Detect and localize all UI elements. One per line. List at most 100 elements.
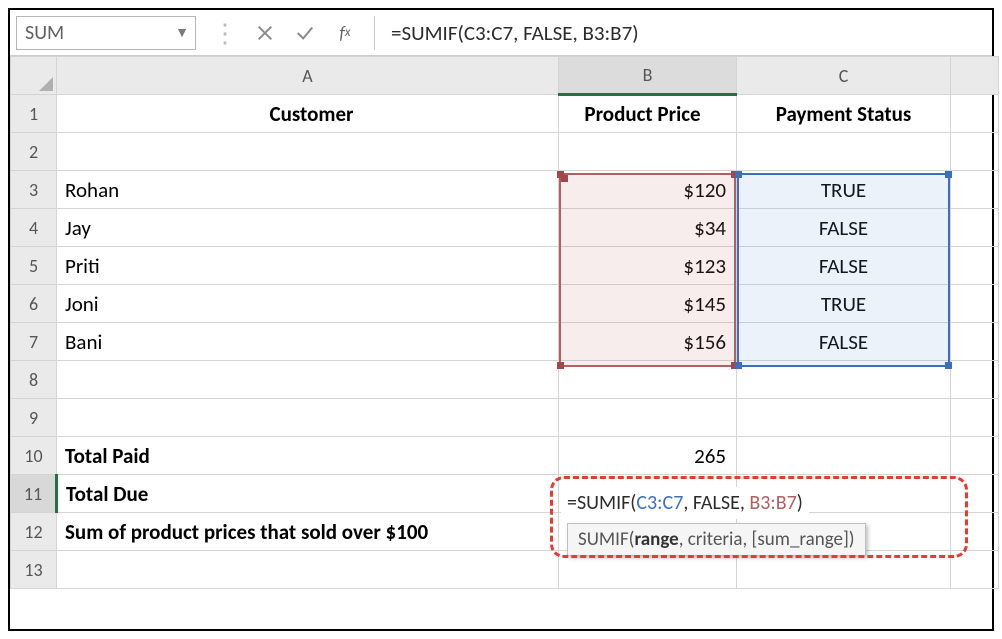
- header-status[interactable]: Payment Status: [737, 95, 951, 133]
- cell-price[interactable]: $156: [559, 323, 737, 361]
- table-row: 4 Jay $34 FALSE: [11, 209, 999, 247]
- formula-token: , FALSE,: [683, 491, 749, 515]
- formula-token: =SUMIF(: [567, 491, 636, 515]
- cell[interactable]: [737, 551, 951, 589]
- cell-total-due-label[interactable]: Total Due: [57, 475, 559, 513]
- cell[interactable]: [951, 513, 999, 551]
- cell-price[interactable]: $145: [559, 285, 737, 323]
- table-row: 1 Customer Product Price Payment Status: [11, 95, 999, 133]
- col-header-a[interactable]: A: [57, 57, 559, 95]
- formula-range-b: B3:B7: [749, 491, 796, 515]
- cell-status[interactable]: TRUE: [737, 171, 951, 209]
- table-row: 8: [11, 361, 999, 399]
- header-price[interactable]: Product Price: [559, 95, 737, 133]
- cell[interactable]: [951, 551, 999, 589]
- cell[interactable]: [951, 399, 999, 437]
- formula-token: ): [797, 491, 803, 515]
- header-customer[interactable]: Customer: [57, 95, 559, 133]
- cell[interactable]: [57, 551, 559, 589]
- table-row: 11 Total Due: [11, 475, 999, 513]
- cell[interactable]: [559, 399, 737, 437]
- fx-icon[interactable]: fx: [332, 20, 358, 46]
- cell[interactable]: [951, 285, 999, 323]
- row-header[interactable]: 9: [11, 399, 57, 437]
- cell[interactable]: [559, 551, 737, 589]
- cell-customer[interactable]: Bani: [57, 323, 559, 361]
- row-header[interactable]: 10: [11, 437, 57, 475]
- cell-status[interactable]: FALSE: [737, 323, 951, 361]
- more-icon: ⋮: [212, 20, 238, 46]
- row-header[interactable]: 4: [11, 209, 57, 247]
- enter-icon[interactable]: [292, 20, 318, 46]
- row-header[interactable]: 13: [11, 551, 57, 589]
- row-header[interactable]: 3: [11, 171, 57, 209]
- table-row: 9: [11, 399, 999, 437]
- row-header[interactable]: 5: [11, 247, 57, 285]
- cell-formula-overlay[interactable]: =SUMIF(C3:C7, FALSE, B3:B7): [561, 487, 809, 519]
- cell[interactable]: [57, 133, 559, 171]
- cell[interactable]: [559, 361, 737, 399]
- name-box[interactable]: SUM ▼: [16, 16, 196, 50]
- cell-customer[interactable]: Priti: [57, 247, 559, 285]
- formula-bar-row: SUM ▼ ⋮ fx =SUMIF(C3:C7, FALSE, B3:B7): [10, 10, 992, 56]
- excel-window: SUM ▼ ⋮ fx =SUMIF(C3:C7, FALSE, B3:B7) A: [8, 8, 994, 631]
- cell-price[interactable]: $34: [559, 209, 737, 247]
- table-row: 2: [11, 133, 999, 171]
- formula-controls: ⋮ fx: [206, 16, 364, 50]
- cell[interactable]: [737, 361, 951, 399]
- cell[interactable]: [737, 133, 951, 171]
- formula-range-c: C3:C7: [636, 491, 683, 515]
- name-box-value: SUM: [25, 21, 64, 45]
- cell[interactable]: [951, 475, 999, 513]
- table-row: 7 Bani $156 FALSE: [11, 323, 999, 361]
- cell-customer[interactable]: Jay: [57, 209, 559, 247]
- row-header[interactable]: 7: [11, 323, 57, 361]
- cell-customer[interactable]: Joni: [57, 285, 559, 323]
- row-header[interactable]: 6: [11, 285, 57, 323]
- tooltip-fn: SUMIF(: [578, 528, 634, 551]
- chevron-down-icon[interactable]: ▼: [175, 24, 189, 41]
- cancel-icon[interactable]: [252, 20, 278, 46]
- row-header[interactable]: 12: [11, 513, 57, 551]
- cell[interactable]: [737, 437, 951, 475]
- cell[interactable]: [951, 209, 999, 247]
- cell-sum-over-label[interactable]: Sum of product prices that sold over $10…: [57, 513, 559, 551]
- cell-price[interactable]: $120: [559, 171, 737, 209]
- select-all-corner[interactable]: [11, 57, 57, 95]
- tooltip-rest: , criteria, [sum_range]): [679, 528, 855, 551]
- row-header[interactable]: 2: [11, 133, 57, 171]
- cell-status[interactable]: FALSE: [737, 247, 951, 285]
- cell[interactable]: [737, 399, 951, 437]
- cell-status[interactable]: FALSE: [737, 209, 951, 247]
- cell[interactable]: [951, 95, 999, 133]
- cell[interactable]: [951, 323, 999, 361]
- row-header[interactable]: 11: [11, 475, 57, 513]
- cell-total-paid-label[interactable]: Total Paid: [57, 437, 559, 475]
- formula-tooltip[interactable]: SUMIF(range, criteria, [sum_range]): [567, 523, 866, 556]
- table-row: 6 Joni $145 TRUE: [11, 285, 999, 323]
- table-row: 13: [11, 551, 999, 589]
- cell[interactable]: [559, 133, 737, 171]
- cell[interactable]: [951, 133, 999, 171]
- cell[interactable]: [951, 437, 999, 475]
- cell-status[interactable]: TRUE: [737, 285, 951, 323]
- table-row: 5 Priti $123 FALSE: [11, 247, 999, 285]
- col-header-extra[interactable]: [951, 57, 999, 95]
- formula-bar-text: =SUMIF(C3:C7, FALSE, B3:B7): [391, 20, 639, 46]
- spreadsheet-grid[interactable]: A B C 1 Customer Product Price Payment S…: [10, 56, 992, 589]
- cell[interactable]: [951, 171, 999, 209]
- cell-total-paid-value[interactable]: 265: [559, 437, 737, 475]
- row-header[interactable]: 1: [11, 95, 57, 133]
- formula-bar[interactable]: =SUMIF(C3:C7, FALSE, B3:B7): [374, 16, 986, 50]
- table-row: 10 Total Paid 265: [11, 437, 999, 475]
- cell-price[interactable]: $123: [559, 247, 737, 285]
- col-header-b[interactable]: B: [559, 57, 737, 95]
- cell[interactable]: [951, 247, 999, 285]
- col-header-c[interactable]: C: [737, 57, 951, 95]
- cell[interactable]: [57, 399, 559, 437]
- row-header[interactable]: 8: [11, 361, 57, 399]
- cell[interactable]: [57, 361, 559, 399]
- tooltip-arg-range[interactable]: range: [634, 528, 678, 551]
- cell-customer[interactable]: Rohan: [57, 171, 559, 209]
- cell[interactable]: [951, 361, 999, 399]
